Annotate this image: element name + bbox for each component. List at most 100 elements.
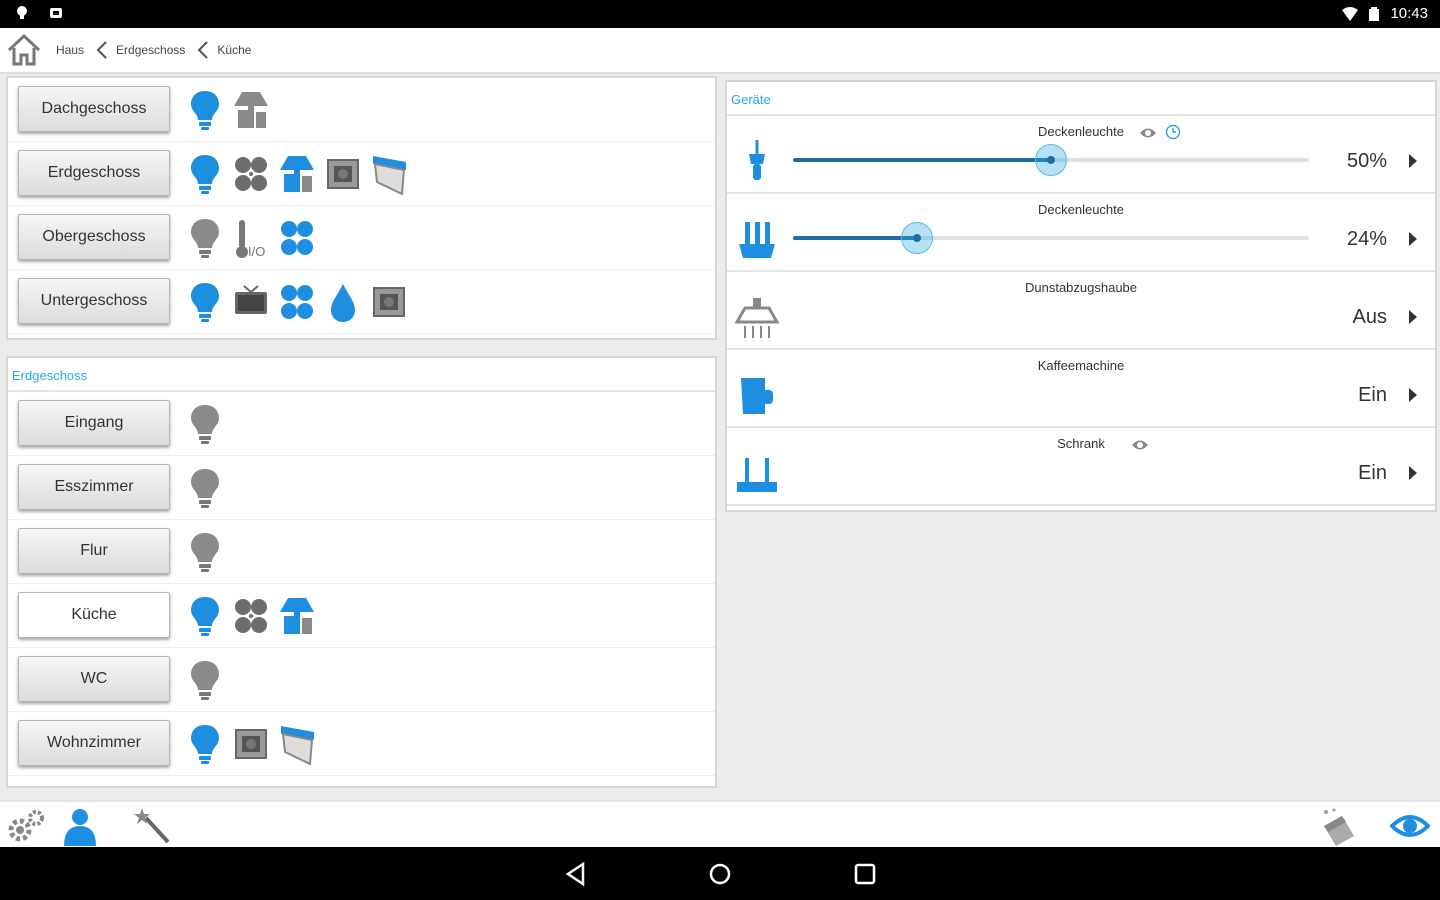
room-status-icons xyxy=(186,656,224,704)
device-row: Deckenleuchte 24% xyxy=(727,194,1435,272)
floors-panel: Dachgeschoss Erdgeschoss Obergeschoss I/O Un… xyxy=(6,76,717,340)
dimmer-slider[interactable] xyxy=(793,144,1309,176)
chandelier-icon xyxy=(735,218,779,262)
range-hood-icon xyxy=(734,296,780,340)
nav-home-icon[interactable] xyxy=(707,861,733,887)
android-nav-bar xyxy=(0,847,1440,900)
fan-icon xyxy=(278,216,316,260)
rooms-panel-header: Erdgeschoss xyxy=(8,358,715,392)
nav-recents-icon[interactable] xyxy=(852,861,878,887)
expand-arrow-icon[interactable] xyxy=(1407,386,1419,404)
floor-button[interactable]: Obergeschoss xyxy=(18,214,170,260)
device-value: Ein xyxy=(1358,384,1387,406)
light-on-icon xyxy=(186,88,224,132)
floor-status-icons xyxy=(186,150,408,198)
wifi-icon xyxy=(1342,6,1359,21)
room-row: Esszimmer xyxy=(8,456,715,520)
socket-icon xyxy=(232,722,270,766)
room-button[interactable]: Esszimmer xyxy=(18,464,170,510)
room-button[interactable]: Eingang xyxy=(18,400,170,446)
floor-status-icons: I/O xyxy=(186,214,316,262)
battery-icon xyxy=(1369,6,1380,21)
light-off-icon xyxy=(186,216,224,260)
device-title: Deckenleuchte xyxy=(1038,202,1124,217)
device-row: Schrank Ein xyxy=(727,428,1435,506)
light-off-icon xyxy=(186,466,224,510)
blind-icon xyxy=(278,722,316,766)
visibility-eye-icon[interactable] xyxy=(1131,438,1149,450)
floor-row: Dachgeschoss xyxy=(8,78,715,142)
expand-arrow-icon[interactable] xyxy=(1407,464,1419,482)
eye-icon[interactable] xyxy=(1390,806,1430,846)
cabinet-icon xyxy=(735,452,779,496)
room-button[interactable]: Wohnzimmer xyxy=(18,720,170,766)
thermometer-icon: I/O xyxy=(232,216,270,260)
room-row: Flur xyxy=(8,520,715,584)
breadcrumb-item-erdgeschoss[interactable]: Erdgeschoss xyxy=(116,43,185,57)
coffee-machine-icon xyxy=(735,374,779,418)
back-arrow-icon xyxy=(197,41,209,59)
breadcrumb-item-kueche[interactable]: Küche xyxy=(217,43,251,57)
devices-panel-header: Geräte xyxy=(727,82,1435,116)
socket-icon xyxy=(370,280,408,324)
device-title: Deckenleuchte xyxy=(1038,124,1124,139)
tv-icon xyxy=(232,280,270,324)
room-row: Eingang xyxy=(8,392,715,456)
fan-icon xyxy=(278,280,316,324)
floor-button[interactable]: Dachgeschoss xyxy=(18,86,170,132)
status-bar: 10:43 xyxy=(0,0,1440,28)
magic-wand-icon[interactable] xyxy=(134,806,174,846)
slider-fill xyxy=(793,236,917,240)
light-on-icon xyxy=(186,594,224,638)
notification-app-icon xyxy=(50,8,62,18)
breadcrumb: Haus Erdgeschoss Küche xyxy=(0,28,1440,74)
rooms-panel: Erdgeschoss Eingang Esszimmer Flur Küche WC W… xyxy=(6,356,717,788)
slider-thumb[interactable] xyxy=(900,222,933,254)
light-on-icon xyxy=(186,722,224,766)
floor-button[interactable]: Erdgeschoss xyxy=(18,150,170,196)
device-value: Ein xyxy=(1358,462,1387,484)
room-status-icons xyxy=(186,464,224,512)
hood-icon xyxy=(232,88,270,132)
fan-icon xyxy=(232,152,270,196)
light-on-icon xyxy=(186,152,224,196)
expand-arrow-icon[interactable] xyxy=(1407,308,1419,326)
device-title: Schrank xyxy=(1057,436,1105,451)
breadcrumb-item-haus[interactable]: Haus xyxy=(56,43,84,57)
back-arrow-icon xyxy=(96,41,107,59)
light-on-icon xyxy=(186,280,224,324)
room-button[interactable]: Flur xyxy=(18,528,170,574)
room-row: WC xyxy=(8,648,715,712)
floor-row: Erdgeschoss xyxy=(8,142,715,206)
timer-clock-icon[interactable] xyxy=(1165,124,1181,140)
room-status-icons xyxy=(186,592,316,640)
expand-arrow-icon[interactable] xyxy=(1407,152,1419,170)
floor-row: Obergeschoss I/O xyxy=(8,206,715,270)
user-icon[interactable] xyxy=(60,806,100,846)
room-status-icons xyxy=(186,400,224,448)
visibility-eye-icon[interactable] xyxy=(1139,126,1157,138)
blind-icon xyxy=(370,152,408,196)
nav-back-icon[interactable] xyxy=(563,861,589,887)
device-value: 24% xyxy=(1346,228,1387,250)
expand-arrow-icon[interactable] xyxy=(1407,230,1419,248)
device-value: 50% xyxy=(1346,150,1387,172)
device-row: Dunstabzugshaube Aus xyxy=(727,272,1435,350)
room-button[interactable]: WC xyxy=(18,656,170,702)
settings-gear-icon[interactable] xyxy=(6,806,46,846)
slider-thumb[interactable] xyxy=(1035,144,1067,176)
home-icon[interactable] xyxy=(6,32,42,68)
room-status-icons xyxy=(186,528,224,576)
hood-icon xyxy=(278,152,316,196)
room-button[interactable]: Küche xyxy=(18,592,170,638)
device-title: Dunstabzugshaube xyxy=(1024,280,1138,295)
floor-button[interactable]: Untergeschoss xyxy=(18,278,170,324)
dimmer-slider[interactable] xyxy=(793,222,1309,254)
room-row: Küche xyxy=(8,584,715,648)
light-off-icon xyxy=(186,402,224,446)
clean-brush-icon[interactable] xyxy=(1318,806,1358,846)
svg-text:I/O: I/O xyxy=(248,244,265,259)
light-off-icon xyxy=(186,658,224,702)
fan-icon xyxy=(232,594,270,638)
devices-panel: Geräte Deckenleuchte 50% Deckenleuchte 24% D… xyxy=(725,80,1437,512)
